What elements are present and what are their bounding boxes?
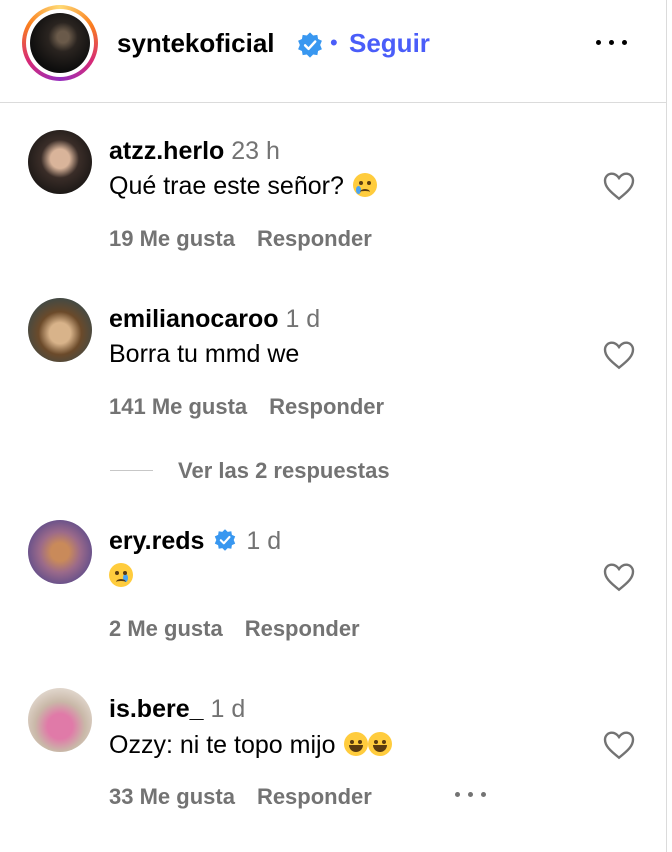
comment-username[interactable]: is.bere_ [109,695,204,723]
reply-button[interactable]: Responder [269,394,384,419]
like-count[interactable]: 2 Me gusta [109,616,223,641]
comment-text: Qué trae este señor? [109,172,344,200]
avatar[interactable] [28,688,92,752]
post-header: syntekoficial • Seguir [0,0,667,103]
verified-badge-icon [298,32,322,58]
crying-emoji-icon [109,563,133,587]
follow-button[interactable]: Seguir [349,28,430,59]
comment-username[interactable]: emilianocaroo [109,305,279,333]
comment-time: 1 d [285,305,321,333]
loudly-crying-emoji-icon [352,173,377,197]
comment-options-icon[interactable] [455,790,489,800]
tears-of-joy-emoji-icon [344,732,369,756]
comment-text: Borra tu mmd we [109,340,300,368]
comment-username[interactable]: ery.reds [109,527,204,555]
heart-icon[interactable] [603,730,635,760]
like-count[interactable]: 19 Me gusta [109,226,235,251]
like-count[interactable]: 33 Me gusta [109,784,235,809]
more-icon[interactable] [594,30,630,54]
heart-icon[interactable] [603,562,635,592]
heart-icon[interactable] [603,340,635,370]
separator-dot: • [330,30,338,55]
comment-username[interactable]: atzz.herlo [109,137,224,165]
comments-panel: syntekoficial • Seguir atzz.herlo 23 h Q… [0,0,667,852]
author-username[interactable]: syntekoficial [117,28,275,59]
avatar[interactable] [28,298,92,362]
heart-icon[interactable] [603,171,635,201]
reply-button[interactable]: Responder [245,616,360,641]
comment-time: 23 h [231,137,280,165]
comment-time: 1 d [246,527,282,555]
view-replies-label: Ver las 2 respuestas [178,458,390,483]
comment-text: Ozzy: ni te topo mijo [109,731,336,759]
reply-button[interactable]: Responder [257,784,372,809]
avatar[interactable] [22,5,98,81]
reply-button[interactable]: Responder [257,226,372,251]
tears-of-joy-emoji-icon [368,732,393,756]
divider [110,470,153,471]
verified-badge-icon [215,529,236,551]
like-count[interactable]: 141 Me gusta [109,394,247,419]
avatar[interactable] [28,130,92,194]
avatar[interactable] [28,520,92,584]
comment-time: 1 d [210,695,246,723]
